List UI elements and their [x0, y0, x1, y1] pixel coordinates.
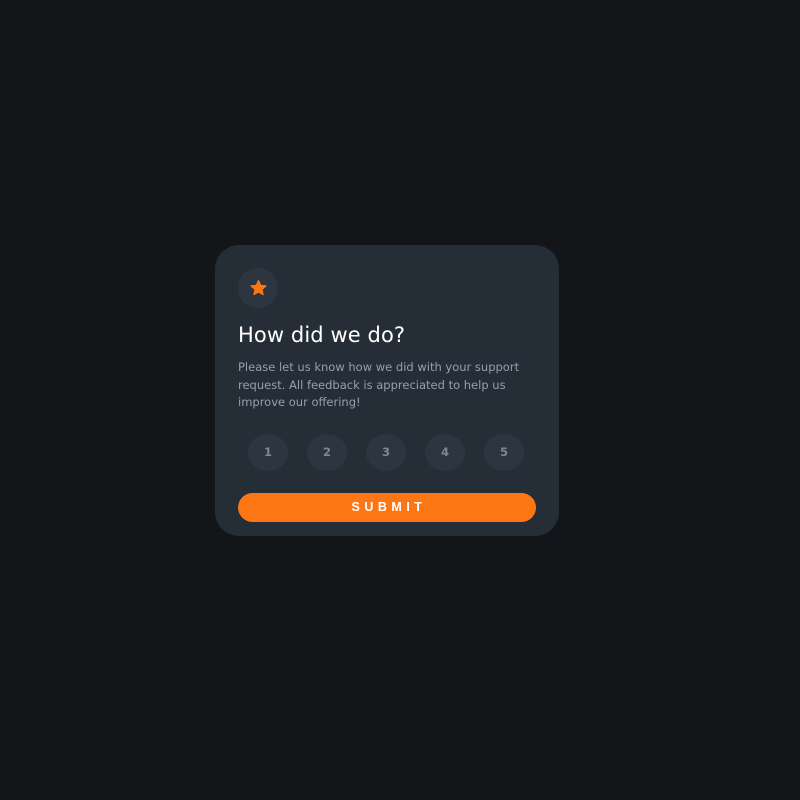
rating-option-5[interactable]: 5	[484, 433, 524, 471]
rating-option-4[interactable]: 4	[425, 433, 465, 471]
rating-option-3[interactable]: 3	[366, 433, 406, 471]
card-description: Please let us know how we did with your …	[238, 360, 520, 409]
star-badge	[238, 268, 278, 308]
star-icon	[250, 280, 267, 296]
rating-options: 1 2 3 4 5	[248, 433, 536, 471]
rating-card: How did we do? Please let us know how we…	[215, 245, 559, 536]
rating-option-1[interactable]: 1	[248, 433, 288, 471]
submit-button[interactable]: SUBMIT	[238, 492, 536, 522]
rating-option-2[interactable]: 2	[307, 433, 347, 471]
card-title: How did we do?	[238, 323, 406, 347]
